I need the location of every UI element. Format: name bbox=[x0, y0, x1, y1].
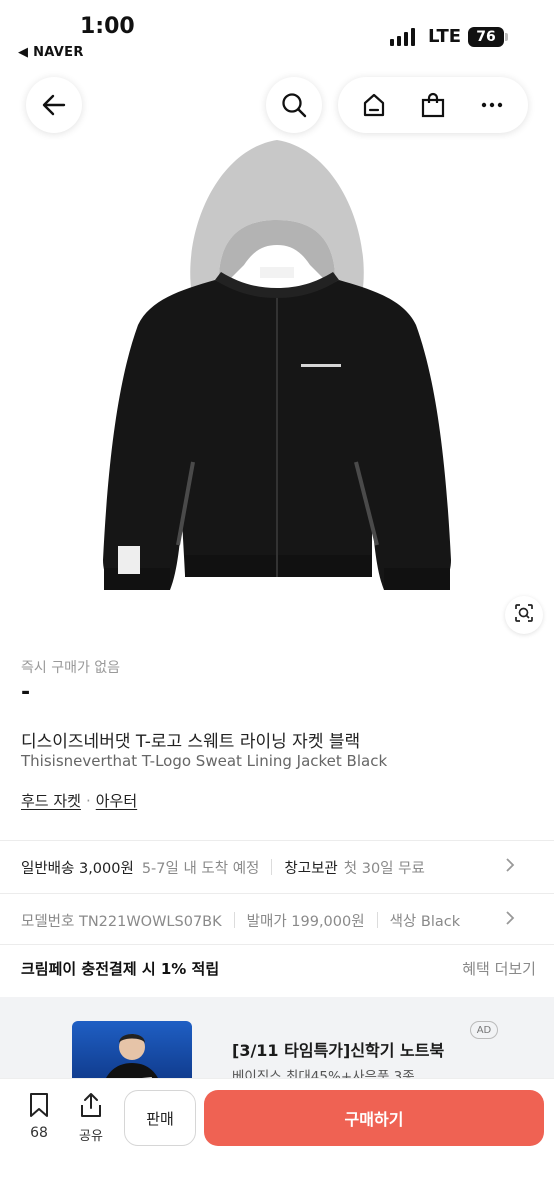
sell-button[interactable]: 판매 bbox=[124, 1090, 196, 1146]
image-search-button[interactable] bbox=[505, 596, 543, 634]
storage-label: 창고보관 bbox=[284, 860, 338, 877]
category-separator: · bbox=[85, 792, 91, 810]
lens-icon bbox=[513, 602, 535, 628]
divider bbox=[0, 893, 554, 894]
more-icon[interactable] bbox=[472, 85, 512, 125]
home-icon[interactable] bbox=[354, 85, 394, 125]
chevron-right-icon bbox=[504, 857, 516, 877]
divider bbox=[0, 840, 554, 841]
category-link-hood-jacket[interactable]: 후드 자켓 bbox=[21, 792, 81, 810]
row-separator bbox=[271, 859, 273, 875]
share-label: 공유 bbox=[79, 1129, 103, 1144]
shipping-label: 일반배송 3,000원 bbox=[21, 860, 134, 877]
chevron-right-icon bbox=[504, 910, 516, 930]
row-separator bbox=[376, 912, 378, 928]
category-breadcrumb: 후드 자켓 · 아우터 bbox=[21, 790, 137, 811]
product-image[interactable] bbox=[0, 140, 554, 635]
model-number: 모델번호 TN221WOWLS07BK bbox=[21, 913, 222, 930]
status-bar: 1:00 ◀ NAVER LTE 76 bbox=[0, 0, 554, 70]
benefit-row: 크림페이 충전결제 시 1% 적립 혜택 더보기 bbox=[21, 958, 536, 979]
instant-buy-label: 즉시 구매가 없음 bbox=[21, 660, 121, 676]
ad-badge: AD bbox=[470, 1021, 498, 1039]
benefit-text: 크림페이 충전결제 시 1% 적립 bbox=[21, 960, 220, 978]
signal-icon bbox=[390, 28, 415, 46]
bookmark-icon bbox=[27, 1093, 51, 1123]
release-price: 발매가 199,000원 bbox=[246, 913, 365, 930]
product-title-ko: 디스이즈네버댓 T-로고 스웨트 라이닝 자켓 블랙 bbox=[21, 732, 361, 752]
shopping-bag-icon[interactable] bbox=[413, 85, 453, 125]
storage-note: 첫 30일 무료 bbox=[343, 860, 425, 877]
ad-title: [3/11 타임특가]신학기 노트북 bbox=[232, 1041, 445, 1060]
category-link-outer[interactable]: 아우터 bbox=[96, 792, 137, 810]
color-value: 색상 Black bbox=[389, 913, 461, 930]
bottom-action-bar: 68 공유 판매 구매하기 bbox=[0, 1078, 554, 1200]
ad-banner[interactable]: [3/11 타임특가]신학기 노트북 베이직스 최대45%+사은품 3종 AD bbox=[0, 1001, 554, 1087]
product-title-en: Thisisneverthat T-Logo Sweat Lining Jack… bbox=[21, 752, 388, 770]
network-label: LTE bbox=[428, 26, 462, 47]
battery-icon: 76 bbox=[468, 27, 504, 47]
back-button[interactable] bbox=[26, 77, 82, 133]
shipping-row[interactable]: 일반배송 3,000원 5-7일 내 도착 예정 창고보관 첫 30일 무료 bbox=[21, 855, 536, 879]
arrow-left-icon bbox=[34, 85, 74, 125]
shipping-eta: 5-7일 내 도착 예정 bbox=[141, 860, 260, 877]
status-time: 1:00 bbox=[80, 14, 135, 39]
buy-button[interactable]: 구매하기 bbox=[204, 1090, 544, 1146]
ad-section: [3/11 타임특가]신학기 노트북 베이직스 최대45%+사은품 3종 AD bbox=[0, 997, 554, 1087]
benefit-more-link[interactable]: 혜택 더보기 bbox=[462, 958, 536, 979]
share-icon bbox=[78, 1093, 104, 1123]
specs-row[interactable]: 모델번호 TN221WOWLS07BK 발매가 199,000원 색상 Blac… bbox=[21, 908, 536, 932]
share-button[interactable]: 공유 bbox=[72, 1091, 110, 1144]
battery-tip bbox=[505, 33, 508, 41]
price-value: - bbox=[21, 680, 31, 705]
search-icon bbox=[274, 85, 314, 125]
divider bbox=[0, 944, 554, 945]
row-separator bbox=[233, 912, 235, 928]
search-button[interactable] bbox=[266, 77, 322, 133]
bookmark-count: 68 bbox=[30, 1125, 48, 1141]
nav-action-group bbox=[338, 77, 528, 133]
back-to-app-link[interactable]: ◀ NAVER bbox=[18, 45, 84, 60]
bookmark-button[interactable]: 68 bbox=[22, 1091, 56, 1141]
